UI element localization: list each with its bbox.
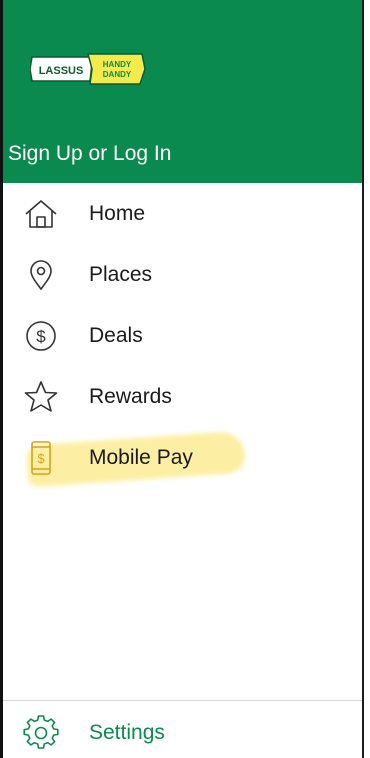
menu-item-label: Home	[89, 201, 146, 225]
map-pin-icon	[23, 257, 59, 293]
app-screen: LASSUS HANDY DANDY Sign Up or Log In Hom…	[0, 0, 370, 758]
menu-item-rewards[interactable]: Rewards	[3, 366, 362, 427]
menu-item-label: Deals	[89, 323, 143, 347]
star-icon	[23, 379, 59, 415]
logo-text-right-2: DANDY	[103, 70, 132, 79]
brand-logo: LASSUS HANDY DANDY	[30, 53, 146, 85]
settings-button[interactable]: Settings	[3, 708, 362, 758]
menu-item-label: Mobile Pay	[89, 445, 193, 469]
background-content	[364, 0, 370, 758]
svg-text:$: $	[36, 327, 46, 346]
menu-item-label: Rewards	[89, 384, 172, 408]
logo-text-right-1: HANDY	[103, 60, 132, 69]
menu-item-places[interactable]: Places	[3, 244, 362, 305]
menu-item-label: Places	[89, 262, 153, 286]
menu-item-mobile-pay[interactable]: $ Mobile Pay	[3, 427, 362, 488]
settings-label: Settings	[89, 721, 165, 744]
menu-item-home[interactable]: Home	[3, 183, 362, 244]
svg-text:$: $	[37, 451, 45, 466]
logo-text-left: LASSUS	[39, 65, 84, 77]
home-icon	[23, 196, 59, 232]
menu-item-deals[interactable]: $ Deals	[3, 305, 362, 366]
footer-divider	[3, 700, 362, 701]
drawer-menu: Home Places $ Deals Rewards $ Mobile Pay	[3, 183, 362, 488]
dollar-circle-icon: $	[23, 318, 59, 354]
drawer-header: LASSUS HANDY DANDY Sign Up or Log In	[3, 0, 362, 183]
mobile-pay-icon: $	[23, 440, 59, 476]
gear-icon	[23, 715, 59, 751]
signup-login-link[interactable]: Sign Up or Log In	[8, 142, 171, 166]
